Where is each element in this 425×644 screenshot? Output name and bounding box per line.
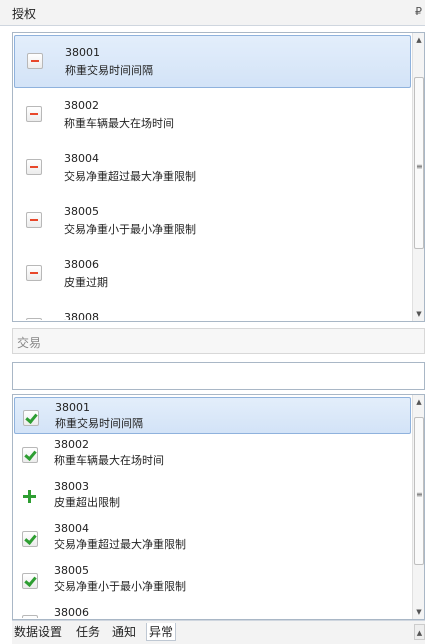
- vertical-scrollbar[interactable]: ▲ ≡ ▼: [412, 33, 424, 321]
- scroll-down-icon[interactable]: ▼: [413, 605, 424, 619]
- transaction-list-panel: 38001 称重交易时间间隔 38002 称重车辆最大在场时间 38003 皮重…: [12, 394, 425, 620]
- panel-title: 授权: [12, 7, 37, 21]
- tab-tasks[interactable]: 任务: [74, 623, 102, 641]
- item-name: 称重交易时间间隔: [65, 64, 153, 77]
- tab-scroll-icon[interactable]: ▲: [414, 624, 425, 640]
- scroll-down-icon[interactable]: ▼: [413, 307, 424, 321]
- item-name: 称重车辆最大在场时间: [54, 454, 164, 467]
- check-icon[interactable]: [22, 447, 38, 463]
- list-item[interactable]: 38001 称重交易时间间隔: [14, 35, 411, 88]
- item-code: 38006: [64, 258, 99, 271]
- scrollbar-thumb[interactable]: ≡: [414, 77, 424, 249]
- list-item[interactable]: 38005 交易净重小于最小净重限制: [14, 561, 411, 603]
- list-item[interactable]: 38004 交易净重超过最大净重限制: [14, 519, 411, 561]
- vertical-scrollbar[interactable]: ▲ ≡ ▼: [412, 395, 424, 619]
- list-item[interactable]: 38003 皮重超出限制: [14, 477, 411, 519]
- list-item[interactable]: 38008: [14, 301, 411, 320]
- item-name: 皮重过期: [64, 276, 108, 289]
- authorization-list-panel: 38001 称重交易时间间隔 38002 称重车辆最大在场时间 38004 交易…: [12, 32, 425, 322]
- item-code: 38002: [54, 438, 89, 451]
- panel-title-bar: 授权 ₽: [0, 0, 425, 26]
- item-code: 38003: [54, 480, 89, 493]
- item-code: 38005: [64, 205, 99, 218]
- list-item[interactable]: 38002 称重车辆最大在场时间: [14, 435, 411, 477]
- search-input[interactable]: [12, 362, 425, 390]
- item-code: 38001: [55, 401, 90, 414]
- tab-exceptions[interactable]: 异常: [146, 623, 177, 641]
- pin-icon[interactable]: ₽: [415, 5, 423, 18]
- item-name: 交易净重超过最大净重限制: [64, 170, 196, 183]
- minus-icon[interactable]: [26, 159, 42, 175]
- minus-icon[interactable]: [26, 318, 42, 320]
- list-item[interactable]: 38006 皮重过期: [14, 248, 411, 301]
- grip-icon: ≡: [416, 490, 423, 499]
- minus-icon[interactable]: [26, 212, 42, 228]
- item-code: 38006: [54, 606, 89, 618]
- plus-icon[interactable]: [22, 489, 38, 505]
- tab-data-settings[interactable]: 数据设置: [12, 623, 64, 641]
- transaction-list: 38001 称重交易时间间隔 38002 称重车辆最大在场时间 38003 皮重…: [14, 396, 411, 618]
- item-name: 交易净重小于最小净重限制: [64, 223, 196, 236]
- check-icon[interactable]: [22, 573, 38, 589]
- item-code: 38002: [64, 99, 99, 112]
- scroll-up-icon[interactable]: ▲: [413, 395, 424, 409]
- item-name: 交易净重超过最大净重限制: [54, 538, 186, 551]
- list-item[interactable]: 38005 交易净重小于最小净重限制: [14, 195, 411, 248]
- item-name: 交易净重小于最小净重限制: [54, 580, 186, 593]
- transaction-label: 交易: [17, 336, 42, 350]
- item-code: 38004: [64, 152, 99, 165]
- minus-icon[interactable]: [26, 106, 42, 122]
- scroll-up-icon[interactable]: ▲: [413, 33, 424, 47]
- tab-notifications[interactable]: 通知: [110, 623, 138, 641]
- minus-icon[interactable]: [27, 53, 43, 69]
- list-item[interactable]: 38006: [14, 603, 411, 618]
- bottom-tab-bar: 数据设置 任务 通知 异常 ▲: [12, 620, 425, 644]
- item-code: 38004: [54, 522, 89, 535]
- item-code: 38005: [54, 564, 89, 577]
- authorization-list: 38001 称重交易时间间隔 38002 称重车辆最大在场时间 38004 交易…: [14, 34, 411, 320]
- item-name: 皮重超出限制: [54, 496, 120, 509]
- check-icon[interactable]: [23, 410, 39, 426]
- item-name: 称重交易时间间隔: [55, 417, 143, 430]
- check-icon[interactable]: [22, 531, 38, 547]
- transaction-label-bar: 交易: [12, 328, 425, 354]
- item-name: 称重车辆最大在场时间: [64, 117, 174, 130]
- list-item[interactable]: 38004 交易净重超过最大净重限制: [14, 142, 411, 195]
- item-code: 38001: [65, 46, 100, 59]
- scrollbar-thumb[interactable]: ≡: [414, 417, 424, 565]
- minus-icon[interactable]: [26, 265, 42, 281]
- item-code: 38008: [64, 311, 99, 320]
- list-item[interactable]: 38001 称重交易时间间隔: [14, 397, 411, 434]
- grip-icon: ≡: [416, 162, 423, 171]
- list-item[interactable]: 38002 称重车辆最大在场时间: [14, 89, 411, 142]
- check-icon[interactable]: [22, 615, 38, 618]
